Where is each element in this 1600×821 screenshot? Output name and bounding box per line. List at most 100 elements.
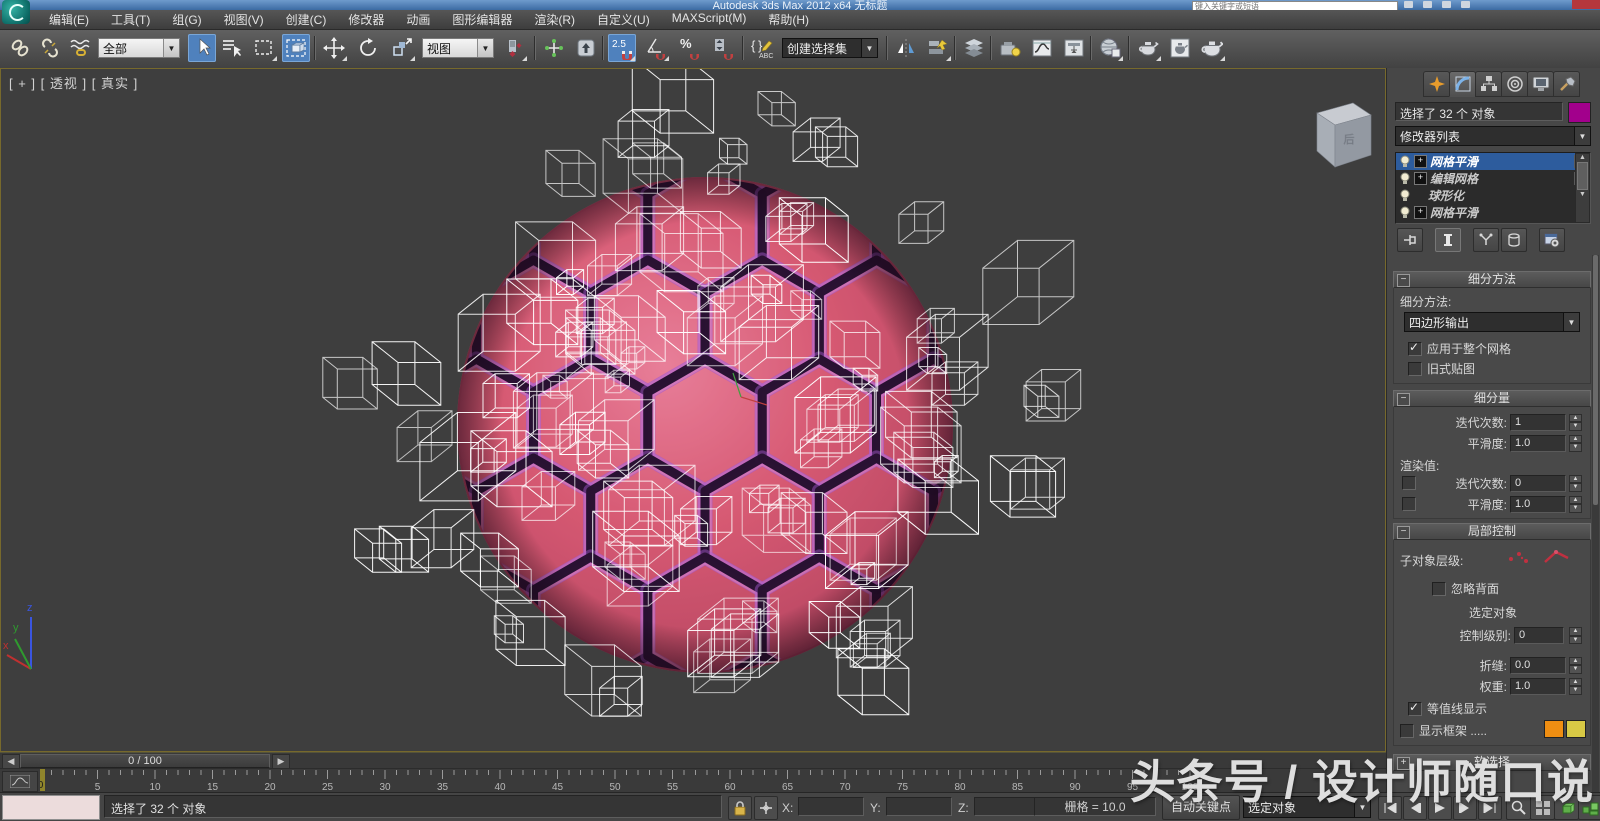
rendered-frame-window-icon[interactable] — [1166, 34, 1194, 62]
chevron-down-icon[interactable]: ▼ — [1574, 127, 1590, 145]
select-object-icon[interactable] — [188, 34, 216, 62]
iterations-spinner[interactable]: ▲ ▼ — [1569, 413, 1582, 431]
smoothness-spinner[interactable]: ▲ ▼ — [1569, 434, 1582, 452]
z-coordinate-field[interactable] — [974, 797, 1040, 816]
menu-item-4[interactable]: 创建(C) — [275, 9, 338, 30]
named-selection-set-combo[interactable]: 创建选择集 ▼ — [782, 38, 878, 58]
tab-motion[interactable] — [1501, 71, 1528, 97]
select-and-manipulate-icon[interactable] — [540, 34, 568, 62]
modifier-name[interactable]: 编辑网格 — [1430, 170, 1478, 187]
selection-lock-icon[interactable] — [728, 796, 752, 820]
isoline-display-checkbox[interactable]: 等值线显示 — [1408, 700, 1487, 717]
visibility-bulb-icon[interactable] — [1399, 189, 1411, 202]
edit-named-selection-sets-icon[interactable]: { } ABC — [748, 34, 776, 62]
viewport-menu-shading[interactable]: [ 真实 ] — [92, 76, 138, 91]
render-smoothness-field[interactable]: 1.0 — [1510, 495, 1566, 513]
modifier-list-dropdown[interactable]: 修改器列表 ▼ — [1395, 126, 1591, 146]
ignore-backfacing-checkbox[interactable]: 忽略背面 — [1432, 580, 1499, 597]
menu-item-2[interactable]: 组(G) — [161, 9, 212, 30]
curve-editor-icon[interactable] — [1028, 34, 1056, 62]
maxscript-mini-listener[interactable] — [2, 795, 100, 820]
modifier-stack-row-1[interactable]: + 编辑网格 — [1396, 170, 1590, 187]
rollout-subdivision-method[interactable]: − 细分方法 — [1393, 271, 1591, 288]
checkbox-unchecked[interactable] — [1400, 723, 1414, 738]
render-iterations-spinner[interactable]: ▲ ▼ — [1569, 474, 1582, 492]
pin-stack-button[interactable] — [1397, 228, 1423, 252]
visibility-bulb-icon[interactable] — [1399, 206, 1411, 219]
chevron-down-icon[interactable]: ▼ — [861, 39, 877, 57]
old-style-mapping-checkbox[interactable]: 旧式贴图 — [1408, 360, 1475, 377]
control-level-field[interactable]: 0 — [1514, 626, 1564, 644]
menu-item-1[interactable]: 工具(T) — [100, 9, 161, 30]
expand-icon[interactable]: + — [1414, 206, 1427, 219]
tab-display[interactable] — [1527, 71, 1554, 97]
perspective-viewport[interactable]: [ + ] [ 透视 ] [ 真实 ] xyz 后 — [0, 68, 1386, 752]
object-color-swatch[interactable] — [1568, 102, 1591, 123]
viewport-menu-pov[interactable]: [ 透视 ] — [41, 76, 87, 91]
rollout-local-control[interactable]: − 局部控制 — [1393, 523, 1591, 540]
selection-filter-combo[interactable]: 全部 ▼ — [98, 38, 180, 58]
tab-utilities[interactable] — [1553, 71, 1580, 97]
crease-spinner[interactable]: ▲ ▼ — [1569, 656, 1582, 674]
use-pivot-point-center-icon[interactable] — [500, 34, 528, 62]
y-coordinate-field[interactable] — [886, 797, 952, 816]
select-and-move-icon[interactable] — [320, 34, 348, 62]
select-and-link-icon[interactable] — [6, 34, 34, 62]
modifier-stack-row-3[interactable]: + 网格平滑 — [1396, 204, 1590, 221]
smoothness-field[interactable]: 1.0 — [1510, 434, 1566, 452]
modifier-stack-row-0[interactable]: + 网格平滑 — [1396, 153, 1590, 170]
expand-icon[interactable]: + — [1414, 155, 1427, 168]
modifier-stack-row-2[interactable]: 球形化 — [1396, 187, 1590, 204]
communication-center-icon[interactable] — [1423, 1, 1432, 8]
favorites-icon[interactable] — [1442, 1, 1451, 8]
modifier-stack-scrollbar[interactable]: ▲ ▼ — [1575, 153, 1590, 223]
keyboard-shortcut-override-icon[interactable] — [572, 34, 600, 62]
tab-hierarchy[interactable] — [1475, 71, 1502, 97]
menu-item-10[interactable]: MAXScript(M) — [661, 9, 758, 30]
modifier-name[interactable]: 网格平滑 — [1430, 153, 1478, 170]
bind-to-space-warp-icon[interactable] — [66, 34, 94, 62]
window-crossing-toggle-icon[interactable] — [282, 34, 310, 62]
frame-color-swatch-1[interactable] — [1544, 720, 1564, 738]
select-and-rotate-icon[interactable] — [354, 34, 382, 62]
modifier-name[interactable]: 网格平滑 — [1430, 204, 1478, 221]
spinner-snap-toggle-icon[interactable] — [710, 34, 738, 62]
render-smoothness-checkbox[interactable] — [1402, 497, 1416, 511]
rectangular-selection-region-icon[interactable] — [250, 34, 278, 62]
visibility-bulb-icon[interactable] — [1399, 155, 1411, 168]
align-icon[interactable] — [924, 34, 952, 62]
mirror-icon[interactable] — [892, 34, 920, 62]
reference-coordinate-combo[interactable]: 视图 ▼ — [422, 38, 494, 58]
select-by-name-icon[interactable] — [218, 34, 246, 62]
remove-modifier-button[interactable] — [1501, 228, 1527, 252]
weight-spinner[interactable]: ▲ ▼ — [1569, 677, 1582, 695]
frame-color-swatch-2[interactable] — [1566, 720, 1586, 738]
viewport-label[interactable]: [ + ] [ 透视 ] [ 真实 ] — [9, 73, 138, 92]
infocenter-icons[interactable] — [1404, 1, 1554, 9]
render-iterations-field[interactable]: 0 — [1510, 474, 1566, 492]
x-coordinate-field[interactable] — [798, 797, 864, 816]
rollout-subdivision-amount[interactable]: − 细分量 — [1393, 390, 1591, 407]
render-setup-icon[interactable] — [1134, 34, 1162, 62]
modifier-name[interactable]: 球形化 — [1428, 187, 1464, 204]
tab-modify[interactable] — [1449, 71, 1476, 97]
chevron-down-icon[interactable]: ▼ — [163, 39, 179, 57]
menu-item-0[interactable]: 编辑(E) — [38, 9, 100, 30]
help-icon[interactable] — [1461, 1, 1470, 8]
angle-snap-toggle-icon[interactable] — [642, 34, 670, 62]
display-frame-checkbox[interactable]: 显示框架 ..... — [1400, 722, 1487, 739]
menu-item-5[interactable]: 修改器 — [337, 9, 395, 30]
viewport-menu-general[interactable]: [ + ] — [9, 76, 36, 91]
checkbox-unchecked[interactable] — [1432, 581, 1446, 596]
visibility-bulb-icon[interactable] — [1399, 172, 1411, 185]
menu-item-9[interactable]: 自定义(U) — [586, 9, 661, 30]
menu-item-11[interactable]: 帮助(H) — [757, 9, 820, 30]
show-end-result-button[interactable] — [1435, 228, 1461, 252]
checkbox-checked[interactable] — [1408, 700, 1422, 716]
material-editor-icon[interactable] — [1096, 34, 1124, 62]
menu-item-3[interactable]: 视图(V) — [213, 9, 275, 30]
crease-field[interactable]: 0.0 — [1510, 656, 1566, 674]
time-slider-handle[interactable]: 0 / 100 — [20, 754, 270, 768]
graphite-ribbon-toggle-icon[interactable] — [996, 34, 1024, 62]
schematic-view-icon[interactable] — [1060, 34, 1088, 62]
